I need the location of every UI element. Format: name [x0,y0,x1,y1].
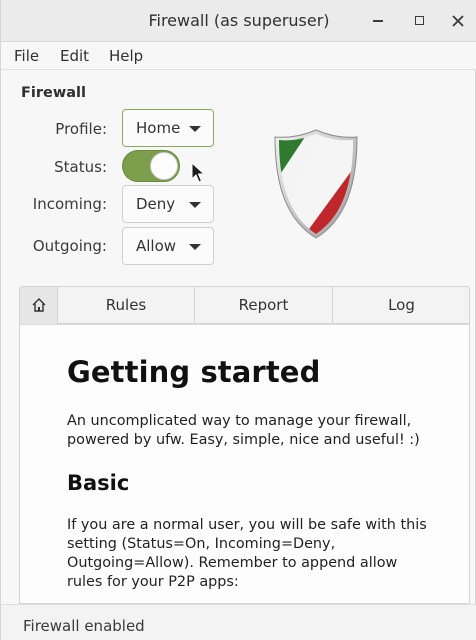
incoming-value: Deny [136,195,176,213]
basic-line-4: rules for your P2P apps: [67,574,239,590]
tab-log[interactable]: Log [333,287,470,324]
outgoing-dropdown[interactable]: Allow [122,227,214,265]
incoming-label: Incoming: [32,195,107,213]
close-button[interactable] [445,8,471,34]
tab-rules[interactable]: Rules [58,287,195,324]
firewall-section-title: Firewall [21,85,86,101]
shield-icon [274,129,358,239]
tab-report[interactable]: Report [195,287,333,324]
incoming-dropdown[interactable]: Deny [122,185,214,223]
firewall-window: Firewall (as superuser) File Edit Help F… [0,0,476,640]
mouse-pointer-icon [191,162,205,183]
window-title: Firewall (as superuser) [148,11,330,30]
toggle-knob [150,152,178,180]
profile-label: Profile: [55,120,107,138]
profile-dropdown[interactable]: Home [122,109,214,147]
tab-home[interactable] [20,287,58,324]
basic-line-1: If you are a normal user, you will be sa… [67,517,427,533]
menu-bar: File Edit Help [1,42,476,70]
status-text: Firewall enabled [23,617,145,635]
maximize-button[interactable] [406,8,432,34]
help-content-panel[interactable]: Getting started An uncomplicated way to … [19,324,470,604]
getting-started-heading: Getting started [67,355,321,389]
menu-file[interactable]: File [14,47,39,65]
menu-help[interactable]: Help [109,47,143,65]
minimize-icon [373,20,383,22]
chevron-down-icon [189,126,201,132]
status-label: Status: [54,158,107,176]
status-toggle[interactable] [122,150,180,182]
maximize-icon [414,16,424,25]
chevron-down-icon [189,202,201,208]
basic-line-2: setting (Status=On, Incoming=Deny, [67,536,336,552]
close-icon [452,15,464,27]
basic-heading: Basic [67,471,130,495]
outgoing-value: Allow [136,237,177,255]
title-bar[interactable]: Firewall (as superuser) [1,0,476,42]
status-bar: Firewall enabled [1,604,476,640]
basic-line-3: Outgoing=Allow). Remember to append allo… [67,555,398,571]
intro-line-1: An uncomplicated way to manage your fire… [67,413,412,429]
chevron-down-icon [189,244,201,250]
profile-value: Home [136,119,181,137]
tab-bar: Rules Report Log [19,286,470,324]
outgoing-label: Outgoing: [32,237,107,255]
intro-line-2: powered by ufw. Easy, simple, nice and u… [67,432,420,448]
home-icon [32,298,45,312]
minimize-button[interactable] [365,8,391,34]
menu-edit[interactable]: Edit [60,47,89,65]
